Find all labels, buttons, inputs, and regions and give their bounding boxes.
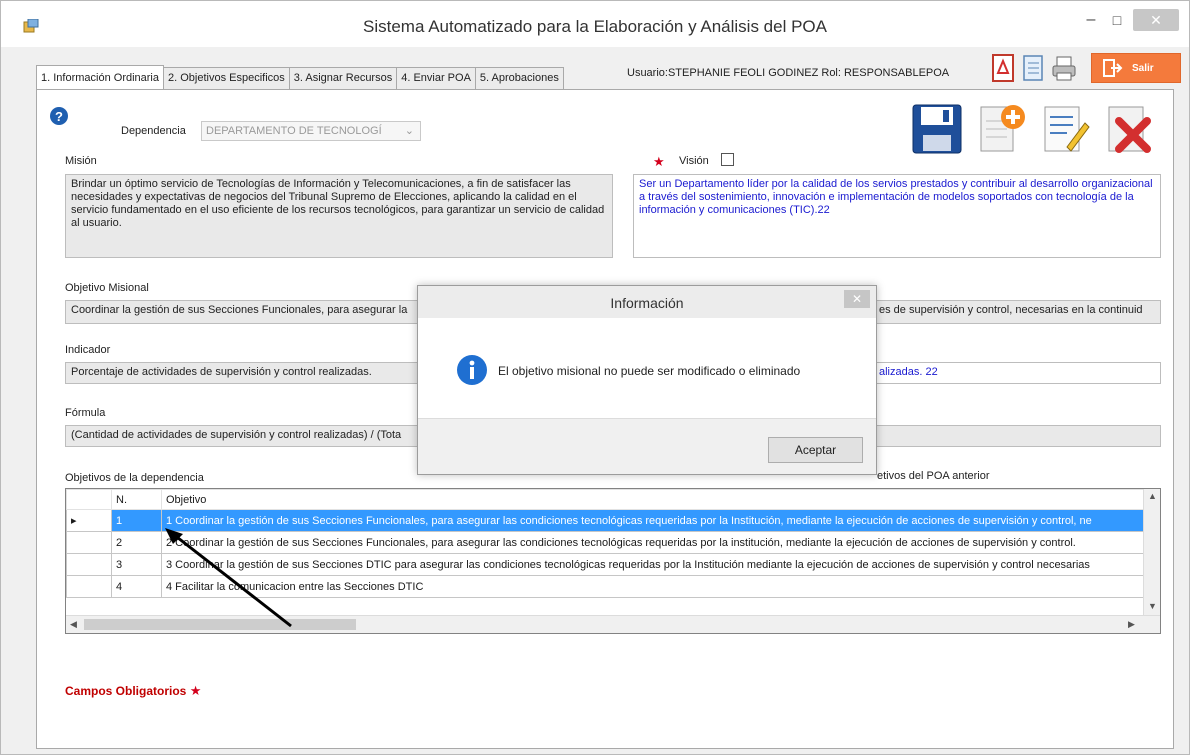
tab-objetivos-especificos[interactable]: 2. Objetivos Especificos bbox=[163, 67, 290, 89]
scroll-up-icon[interactable]: ▲ bbox=[1148, 491, 1157, 501]
annotation-arrow-icon bbox=[165, 528, 292, 628]
tab-asignar-recursos[interactable]: 3. Asignar Recursos bbox=[288, 67, 398, 89]
mision-label: Misión bbox=[65, 155, 97, 167]
vision-field[interactable]: Ser un Departamento líder por la calidad… bbox=[633, 174, 1161, 258]
indicador-field[interactable]: Porcentaje de actividades de supervisión… bbox=[65, 362, 425, 384]
row-number[interactable]: 3 bbox=[111, 553, 162, 576]
indicador-field-right[interactable]: alizadas. 22 bbox=[873, 362, 1161, 384]
row-indicator bbox=[66, 531, 112, 554]
pdf-icon[interactable] bbox=[991, 53, 1017, 83]
required-star: ★ bbox=[653, 154, 665, 169]
edit-document-icon[interactable] bbox=[1037, 101, 1093, 157]
exit-icon bbox=[1103, 59, 1123, 77]
row-objetivo[interactable]: 4 Facilitar la comunicacion entre las Se… bbox=[161, 575, 1148, 598]
scroll-right-icon[interactable]: ▶ bbox=[1128, 619, 1135, 630]
dependencia-value: DEPARTAMENTO DE TECNOLOGÍ bbox=[206, 125, 382, 137]
row-objetivo[interactable]: 3 Coordinar la gestión de sus Secciones … bbox=[161, 553, 1148, 576]
dependencia-select[interactable]: DEPARTAMENTO DE TECNOLOGÍ ⌄ bbox=[201, 121, 421, 141]
window-title: Sistema Automatizado para la Elaboración… bbox=[363, 17, 827, 36]
document-icon[interactable] bbox=[1021, 53, 1047, 83]
salir-button[interactable]: Salir bbox=[1091, 53, 1181, 83]
vision-label: Visión bbox=[679, 155, 709, 167]
close-button[interactable]: ✕ bbox=[1133, 9, 1179, 31]
dialog-body: El objetivo misional no puede ser modifi… bbox=[418, 318, 876, 418]
row-objetivo[interactable]: 1 Coordinar la gestión de sus Secciones … bbox=[161, 509, 1148, 532]
row-objetivo[interactable]: 2 Coordinar la gestión de sus Secciones … bbox=[161, 531, 1148, 554]
tab-strip: 1. Información Ordinaria 2. Objetivos Es… bbox=[36, 65, 564, 89]
chevron-down-icon: ⌄ bbox=[404, 125, 414, 137]
printer-icon[interactable] bbox=[1051, 53, 1077, 83]
tab-enviar-poa[interactable]: 4. Enviar POA bbox=[396, 67, 476, 89]
scroll-down-icon[interactable]: ▼ bbox=[1148, 601, 1157, 611]
formula-field[interactable]: (Cantidad de actividades de supervisión … bbox=[65, 425, 425, 447]
dependencia-label: Dependencia bbox=[121, 125, 186, 137]
column-header-objetivo[interactable]: Objetivo bbox=[161, 489, 1148, 510]
row-number[interactable]: 4 bbox=[111, 575, 162, 598]
info-dialog: Información ✕ El objetivo misional no pu… bbox=[417, 285, 877, 475]
dialog-close-button[interactable]: ✕ bbox=[844, 290, 870, 308]
scroll-left-icon[interactable]: ◀ bbox=[70, 619, 77, 630]
required-fields-label: Campos Obligatorios bbox=[65, 684, 187, 698]
add-document-icon[interactable] bbox=[973, 101, 1029, 157]
svg-text:?: ? bbox=[55, 109, 63, 124]
salir-label: Salir bbox=[1132, 62, 1154, 74]
objetivos-poa-anterior-label: etivos del POA anterior bbox=[877, 470, 990, 482]
main-window: Sistema Automatizado para la Elaboración… bbox=[0, 0, 1190, 755]
tab-informacion-ordinaria[interactable]: 1. Información Ordinaria bbox=[36, 65, 164, 89]
row-number[interactable]: 2 bbox=[111, 531, 162, 554]
row-number[interactable]: 1 bbox=[111, 509, 162, 532]
help-icon[interactable]: ? bbox=[49, 106, 69, 126]
dialog-title: Información bbox=[610, 295, 684, 311]
table-header: N. Objetivo bbox=[66, 489, 1148, 510]
objetivo-misional-field-right[interactable]: es de supervisión y control, necesarias … bbox=[873, 300, 1161, 324]
dialog-footer: Aceptar bbox=[418, 418, 876, 474]
objetivo-misional-label: Objetivo Misional bbox=[65, 282, 149, 294]
save-icon[interactable] bbox=[909, 101, 965, 157]
indicador-label: Indicador bbox=[65, 344, 111, 356]
info-icon bbox=[457, 355, 487, 385]
maximize-button[interactable]: □ bbox=[1105, 9, 1129, 31]
user-info: Usuario:STEPHANIE FEOLI GODINEZ Rol: RES… bbox=[627, 67, 950, 79]
vision-checkbox[interactable] bbox=[721, 153, 734, 166]
objetivo-misional-field[interactable]: Coordinar la gestión de sus Secciones Fu… bbox=[65, 300, 425, 324]
column-header-n[interactable]: N. bbox=[111, 489, 162, 510]
delete-document-icon[interactable] bbox=[1101, 101, 1157, 157]
row-indicator bbox=[66, 553, 112, 576]
required-fields-note: Campos Obligatorios ★ bbox=[65, 683, 201, 699]
mision-field[interactable]: Brindar un óptimo servicio de Tecnología… bbox=[65, 174, 613, 258]
row-indicator: ▸ bbox=[66, 509, 112, 532]
aceptar-button[interactable]: Aceptar bbox=[768, 437, 863, 463]
title-bar: Sistema Automatizado para la Elaboración… bbox=[1, 1, 1189, 47]
minimize-button[interactable]: – bbox=[1079, 9, 1103, 31]
row-header-cell bbox=[66, 489, 112, 510]
dialog-message: El objetivo misional no puede ser modifi… bbox=[498, 364, 801, 378]
required-star: ★ bbox=[189, 683, 202, 698]
formula-field-right[interactable] bbox=[873, 425, 1161, 447]
objetivos-dependencia-label: Objetivos de la dependencia bbox=[65, 472, 204, 484]
tab-aprobaciones[interactable]: 5. Aprobaciones bbox=[474, 67, 564, 89]
formula-label: Fórmula bbox=[65, 407, 106, 419]
vertical-scrollbar[interactable]: ▲ ▼ bbox=[1143, 489, 1160, 617]
row-indicator bbox=[66, 575, 112, 598]
dialog-title-bar: Información ✕ bbox=[418, 286, 876, 318]
